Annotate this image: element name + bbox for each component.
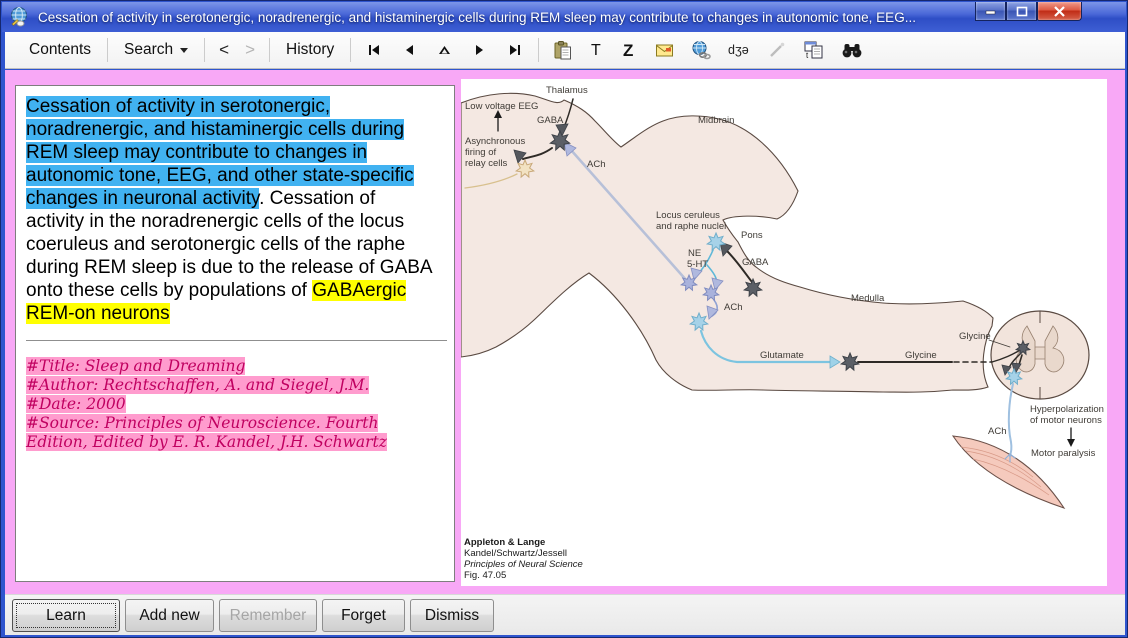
pronunciation-icon[interactable]: dʒə: [719, 36, 759, 64]
toolbar-separator: [538, 38, 539, 62]
credit-publisher: Appleton & Lange: [464, 537, 545, 548]
divider: [26, 340, 447, 341]
toolbar: Contents Search < > History T Z dʒə t: [5, 32, 1125, 69]
forward-button[interactable]: >: [237, 38, 263, 62]
titlebar[interactable]: Cessation of activity in serotonergic, n…: [2, 2, 1126, 32]
text-component[interactable]: Cessation of activity in serotonergic, n…: [15, 85, 455, 582]
last-icon[interactable]: [497, 39, 532, 61]
label-ne: NE: [688, 248, 701, 259]
app-window: Cessation of activity in serotonergic, n…: [0, 0, 1128, 638]
first-icon[interactable]: [357, 39, 392, 61]
label-ach-thalamic: ACh: [587, 159, 605, 170]
svg-text:firing of: firing of: [465, 147, 497, 158]
svg-text:dʒə: dʒə: [728, 43, 749, 57]
card-text: Cessation of activity in serotonergic, n…: [26, 95, 438, 325]
remember-button[interactable]: Remember: [219, 599, 317, 632]
text-icon[interactable]: T: [581, 36, 613, 64]
label-5ht: 5-HT: [687, 259, 708, 270]
next-icon[interactable]: [462, 39, 497, 61]
wand-icon[interactable]: [759, 36, 795, 64]
label-motor-paralysis: Motor paralysis: [1031, 448, 1096, 459]
reference-date: #Date: 2000: [26, 395, 126, 413]
label-ach-pons: ACh: [724, 302, 742, 313]
credit-book: Principles of Neural Science: [464, 559, 583, 570]
svg-text:Z: Z: [623, 41, 633, 60]
copy-template-icon[interactable]: t: [795, 36, 833, 64]
web-link-icon[interactable]: [683, 36, 719, 64]
svg-text:T: T: [591, 42, 601, 59]
toolbar-separator: [107, 38, 108, 62]
label-asynchronous: Asynchronous: [465, 136, 525, 147]
reference-block: #Title: Sleep and Dreaming #Author: Rech…: [26, 357, 426, 452]
history-button[interactable]: History: [276, 37, 344, 63]
label-locus-ceruleus: Locus ceruleus: [656, 210, 720, 221]
credit-figure: Fig. 47.05: [464, 570, 506, 581]
sleep-z-icon[interactable]: Z: [613, 36, 647, 64]
add-new-button[interactable]: Add new: [125, 599, 214, 632]
globe-pencil-icon: [8, 6, 30, 28]
back-button[interactable]: <: [211, 38, 237, 62]
close-button[interactable]: [1037, 2, 1082, 21]
minimize-button[interactable]: [975, 2, 1006, 21]
reference-source: #Source: Principles of Neuroscience. Fou…: [26, 414, 387, 451]
search-dropdown[interactable]: Search: [114, 37, 198, 63]
label-glutamate: Glutamate: [760, 350, 804, 361]
svg-text:of motor neurons: of motor neurons: [1030, 415, 1102, 426]
learn-button[interactable]: Learn: [12, 599, 120, 632]
paste-icon[interactable]: [545, 36, 581, 64]
footer-bar: Learn Add new Remember Forget Dismiss: [5, 594, 1125, 635]
toolbar-separator: [350, 38, 351, 62]
toolbar-separator: [204, 38, 205, 62]
label-low-voltage-eeg: Low voltage EEG: [465, 101, 538, 112]
label-thalamus: Thalamus: [546, 85, 588, 96]
previous-icon[interactable]: [392, 39, 427, 61]
svg-text:relay cells: relay cells: [465, 158, 507, 169]
dismiss-button[interactable]: Dismiss: [410, 599, 494, 632]
label-glycine-cord: Glycine: [959, 331, 991, 342]
label-gaba-thalamus: GABA: [537, 115, 564, 126]
reference-author: #Author: Rechtschaffen, A. and Siegel, J…: [26, 376, 369, 394]
contents-button[interactable]: Contents: [19, 37, 101, 63]
window-title: Cessation of activity in serotonergic, n…: [38, 10, 1126, 25]
brainstem-diagram: Thalamus Low voltage EEG Asynchronous fi…: [461, 79, 1107, 586]
reference-title: #Title: Sleep and Dreaming: [26, 357, 245, 375]
maximize-button[interactable]: [1006, 2, 1037, 21]
credit-authors: Kandel/Schwartz/Jessell: [464, 548, 567, 559]
label-pons: Pons: [741, 230, 763, 241]
find-binoculars-icon[interactable]: [833, 36, 871, 64]
label-ach-muscle: ACh: [988, 426, 1006, 437]
image-component[interactable]: Thalamus Low voltage EEG Asynchronous fi…: [461, 79, 1107, 586]
label-gaba-pons: GABA: [742, 257, 769, 268]
element-canvas: Cessation of activity in serotonergic, n…: [5, 70, 1125, 594]
toolbar-separator: [269, 38, 270, 62]
up-icon[interactable]: [427, 39, 462, 61]
svg-text:t: t: [806, 51, 809, 60]
forget-button[interactable]: Forget: [322, 599, 405, 632]
label-hyperpolarization: Hyperpolarization: [1030, 404, 1104, 415]
label-midbrain: Midbrain: [698, 115, 734, 126]
label-glycine-axon: Glycine: [905, 350, 937, 361]
chevron-down-icon: [180, 48, 188, 53]
svg-text:and raphe nuclei: and raphe nuclei: [656, 221, 726, 232]
email-icon[interactable]: [647, 36, 683, 64]
label-medulla: Medulla: [851, 293, 885, 304]
